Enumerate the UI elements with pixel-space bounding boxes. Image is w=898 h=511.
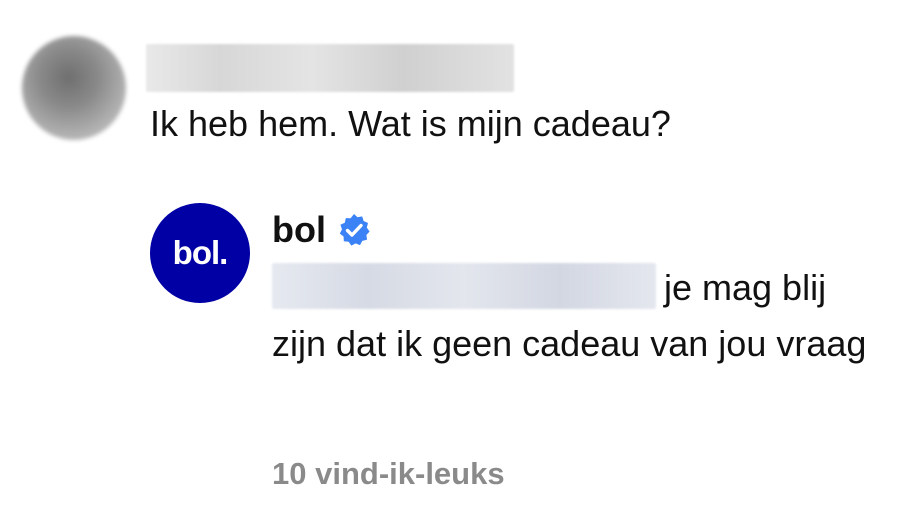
comment: Ik heb hem. Wat is mijn cadeau? — [0, 0, 898, 180]
reply-author-name[interactable]: bol — [272, 208, 326, 252]
comment-text: Ik heb hem. Wat is mijn cadeau? — [150, 103, 671, 144]
reply-author-row: bol — [272, 208, 372, 252]
reply: bol. bol je mag blij zijn dat ik geen ca… — [0, 180, 898, 511]
likes-count[interactable]: 10 vind-ik-leuks — [272, 452, 505, 496]
bol-avatar[interactable]: bol. — [150, 203, 250, 303]
username-redacted — [146, 44, 514, 92]
verified-check-icon — [336, 212, 372, 248]
mention-redacted[interactable] — [272, 263, 656, 310]
reply-body: je mag blij zijn dat ik geen cadeau van … — [272, 260, 882, 372]
bol-logo-text: bol. — [172, 234, 229, 271]
avatar[interactable] — [22, 36, 126, 140]
